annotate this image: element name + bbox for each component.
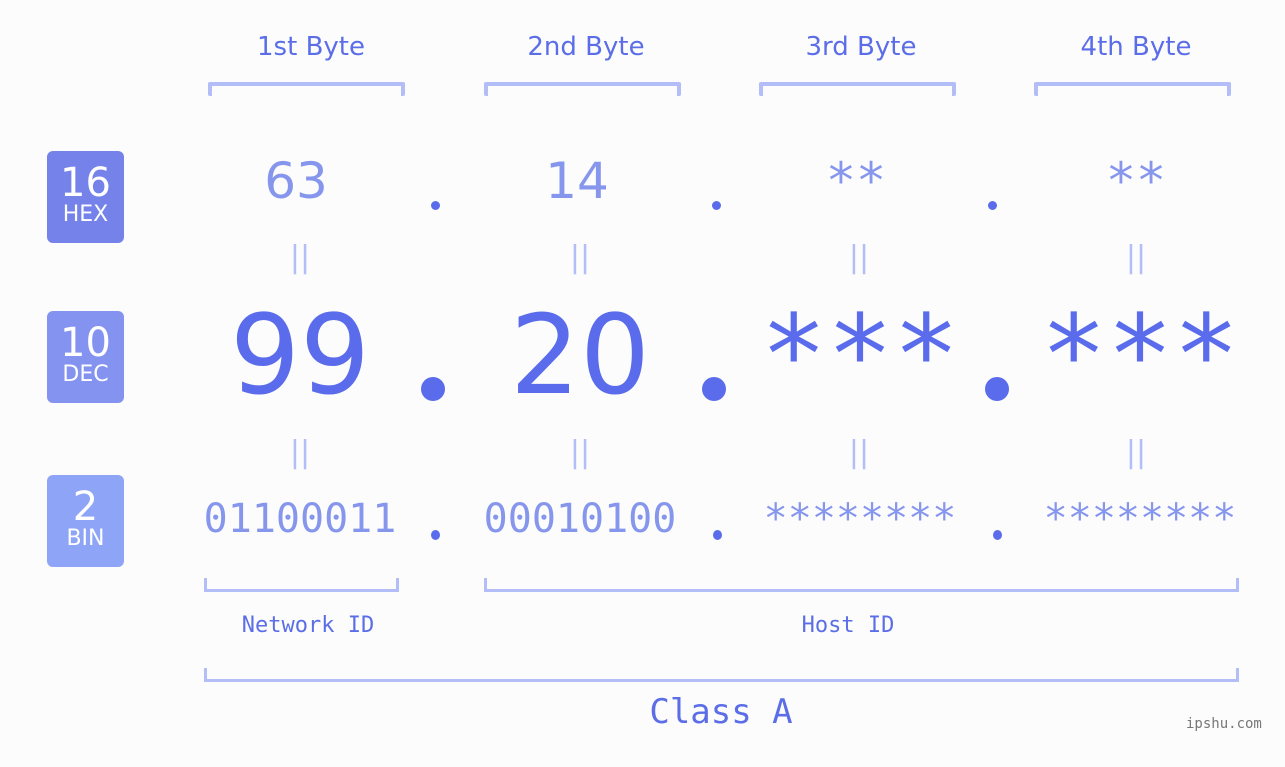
- hex-dot-2: [712, 201, 721, 210]
- class-label: Class A: [649, 692, 793, 732]
- bin-value-1: 01100011: [203, 496, 397, 542]
- equals-hex-dec-3: ||: [848, 240, 870, 275]
- equals-dec-bin-2: ||: [569, 435, 591, 470]
- hex-badge-label: HEX: [62, 202, 109, 227]
- class-bracket: [204, 668, 1239, 682]
- byte-bracket-1: [208, 82, 405, 96]
- hex-dot-1: [431, 201, 440, 210]
- dec-dot-2: [702, 377, 726, 401]
- hex-value-1: 63: [264, 152, 328, 210]
- byte-header-3: 3rd Byte: [805, 32, 917, 62]
- network-id-bracket: [204, 578, 399, 592]
- bin-dot-1: [431, 530, 440, 540]
- hex-value-2: 14: [545, 152, 609, 210]
- dec-value-1: 99: [230, 291, 370, 419]
- dec-badge: 10 DEC: [47, 311, 124, 403]
- bin-value-3: ********: [763, 496, 957, 542]
- host-id-label: Host ID: [801, 613, 895, 638]
- equals-dec-bin-3: ||: [848, 435, 870, 470]
- dec-dot-3: [985, 377, 1009, 401]
- bin-value-4: ********: [1043, 496, 1237, 542]
- dec-badge-number: 10: [60, 320, 111, 366]
- network-id-label: Network ID: [241, 613, 375, 638]
- bin-badge-label: BIN: [66, 526, 105, 551]
- equals-hex-dec-4: ||: [1125, 240, 1147, 275]
- bin-badge: 2 BIN: [47, 475, 124, 567]
- byte-bracket-3: [759, 82, 956, 96]
- watermark: ipshu.com: [1186, 716, 1262, 732]
- bin-badge-number: 2: [72, 484, 99, 530]
- hex-badge: 16 HEX: [47, 151, 124, 243]
- dec-value-2: 20: [510, 291, 650, 419]
- equals-dec-bin-4: ||: [1125, 435, 1147, 470]
- hex-value-4: **: [1105, 152, 1167, 210]
- byte-header-1: 1st Byte: [257, 32, 365, 62]
- dec-value-4: ***: [1040, 291, 1240, 419]
- equals-hex-dec-1: ||: [289, 240, 311, 275]
- equals-hex-dec-2: ||: [569, 240, 591, 275]
- byte-header-4: 4th Byte: [1080, 32, 1192, 62]
- hex-dot-3: [988, 201, 997, 210]
- bin-dot-2: [713, 530, 722, 540]
- hex-value-3: **: [825, 152, 887, 210]
- dec-badge-label: DEC: [62, 362, 109, 387]
- byte-bracket-2: [484, 82, 681, 96]
- dec-value-3: ***: [760, 291, 960, 419]
- equals-dec-bin-1: ||: [289, 435, 311, 470]
- hex-badge-number: 16: [60, 160, 111, 206]
- bin-dot-3: [993, 530, 1002, 540]
- byte-bracket-4: [1034, 82, 1231, 96]
- host-id-bracket: [484, 578, 1239, 592]
- byte-header-2: 2nd Byte: [527, 32, 645, 62]
- dec-dot-1: [421, 377, 445, 401]
- bin-value-2: 00010100: [483, 496, 677, 542]
